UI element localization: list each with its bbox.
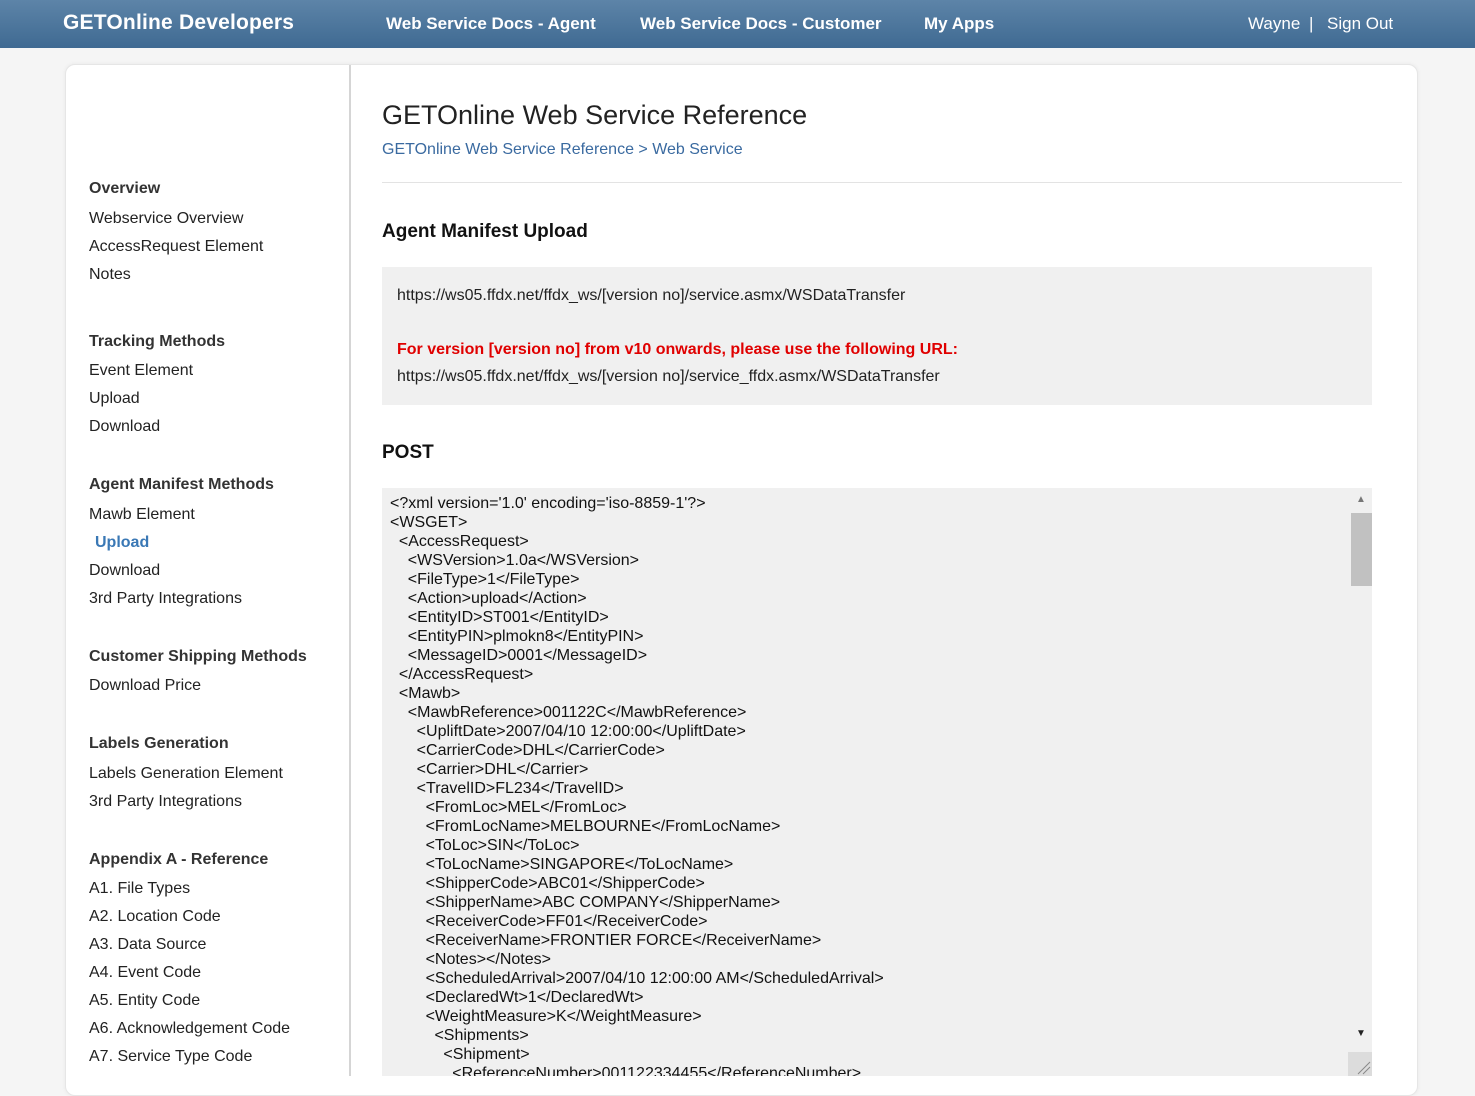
- nav-separator: |: [1309, 14, 1314, 33]
- sidebar-item-download-price[interactable]: Download Price: [89, 677, 201, 695]
- post-body-code: <?xml version='1.0' encoding='iso-8859-1…: [390, 495, 884, 1076]
- sidebar-item-a6-acknowledgement-code[interactable]: A6. Acknowledgement Code: [89, 1020, 290, 1038]
- sidebar-item-labels-3rd-party[interactable]: 3rd Party Integrations: [89, 793, 242, 811]
- sidebar-item-manifest-download[interactable]: Download: [89, 562, 160, 580]
- section-title-agent-manifest-upload: Agent Manifest Upload: [382, 221, 588, 242]
- sidebar-item-a3-data-source[interactable]: A3. Data Source: [89, 936, 206, 954]
- brand-logo[interactable]: GETOnline Developers: [63, 11, 294, 35]
- sidebar-item-event-element[interactable]: Event Element: [89, 362, 193, 380]
- sidebar-item-labels-generation-element[interactable]: Labels Generation Element: [89, 765, 283, 783]
- sidebar-heading-customer-shipping-methods: Customer Shipping Methods: [89, 648, 307, 665]
- sidebar-heading-overview: Overview: [89, 180, 161, 197]
- sidebar-item-a4-event-code[interactable]: A4. Event Code: [89, 964, 201, 982]
- endpoint-version-notice: For version [version no] from v10 onward…: [397, 341, 958, 358]
- sidebar-item-mawb-element[interactable]: Mawb Element: [89, 506, 195, 524]
- nav-web-service-docs-agent[interactable]: Web Service Docs - Agent: [386, 14, 596, 34]
- sidebar-heading-labels-generation: Labels Generation: [89, 735, 229, 752]
- sidebar-item-webservice-overview[interactable]: Webservice Overview: [89, 210, 243, 228]
- sidebar-divider: [349, 65, 351, 1076]
- username-link[interactable]: Wayne: [1248, 14, 1300, 34]
- scroll-down-icon[interactable]: ▼: [1350, 1026, 1372, 1042]
- nav-web-service-docs-customer[interactable]: Web Service Docs - Customer: [640, 14, 882, 34]
- sidebar-item-a2-location-code[interactable]: A2. Location Code: [89, 908, 221, 926]
- section-title-post: POST: [382, 442, 434, 463]
- code-scrollbar[interactable]: ▲ ▼: [1350, 488, 1372, 1076]
- page-title: GETOnline Web Service Reference: [382, 100, 808, 130]
- sidebar-item-tracking-download[interactable]: Download: [89, 418, 160, 436]
- nav-my-apps[interactable]: My Apps: [924, 14, 994, 34]
- top-navigation-bar: GETOnline Developers Web Service Docs - …: [0, 0, 1475, 48]
- resize-grip-icon[interactable]: [1348, 1052, 1372, 1076]
- sidebar-item-manifest-3rd-party[interactable]: 3rd Party Integrations: [89, 590, 242, 608]
- scroll-thumb[interactable]: [1351, 513, 1372, 586]
- sidebar-heading-tracking-methods: Tracking Methods: [89, 333, 226, 350]
- breadcrumb-current-link[interactable]: Web Service: [652, 141, 742, 158]
- sidebar-item-accessrequest-element[interactable]: AccessRequest Element: [89, 238, 263, 256]
- sidebar-item-a1-file-types[interactable]: A1. File Types: [89, 880, 190, 898]
- post-body-textarea[interactable]: <?xml version='1.0' encoding='iso-8859-1…: [382, 488, 1372, 1076]
- sidebar-item-a7-service-type-code[interactable]: A7. Service Type Code: [89, 1048, 252, 1066]
- endpoint-url-v10: https://ws05.ffdx.net/ffdx_ws/[version n…: [397, 368, 940, 385]
- breadcrumb-parent-link[interactable]: GETOnline Web Service Reference: [382, 141, 634, 158]
- endpoint-url-box: https://ws05.ffdx.net/ffdx_ws/[version n…: [382, 267, 1372, 405]
- title-divider: [382, 182, 1402, 183]
- sidebar-item-tracking-upload[interactable]: Upload: [89, 390, 140, 408]
- sign-out-link[interactable]: Sign Out: [1327, 14, 1393, 34]
- breadcrumb-separator: >: [633, 141, 653, 158]
- breadcrumb: GETOnline Web Service Reference > Web Se…: [382, 141, 743, 159]
- scroll-up-icon[interactable]: ▲: [1350, 492, 1372, 508]
- sidebar-heading-agent-manifest-methods: Agent Manifest Methods: [89, 476, 274, 493]
- endpoint-url-primary: https://ws05.ffdx.net/ffdx_ws/[version n…: [397, 287, 906, 304]
- sidebar-item-a5-entity-code[interactable]: A5. Entity Code: [89, 992, 200, 1010]
- sidebar-item-manifest-upload[interactable]: Upload: [95, 534, 149, 552]
- sidebar-item-notes[interactable]: Notes: [89, 266, 131, 284]
- sidebar-heading-appendix-a: Appendix A - Reference: [89, 851, 269, 868]
